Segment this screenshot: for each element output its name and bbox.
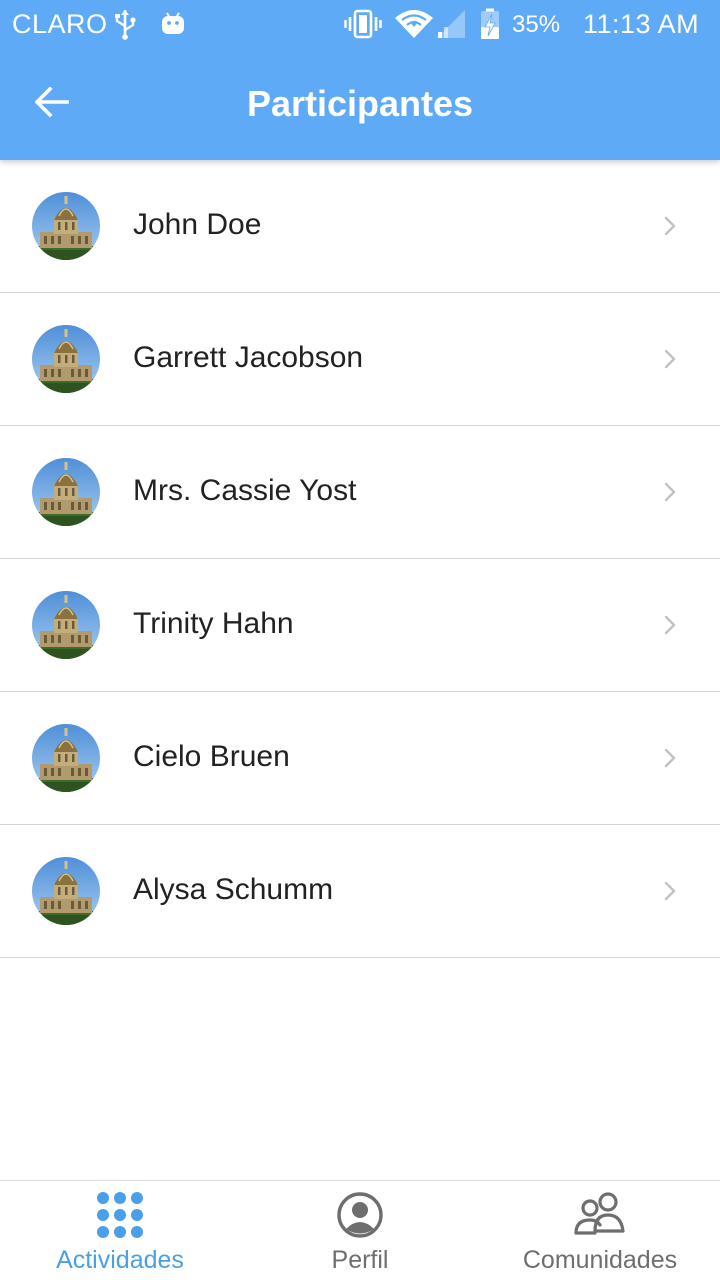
tab-label: Actividades xyxy=(56,1246,184,1274)
avatar xyxy=(32,591,100,659)
participant-name: Garrett Jacobson xyxy=(133,341,364,374)
page-title: Participantes xyxy=(246,83,474,124)
participant-name: Cielo Bruen xyxy=(133,740,290,773)
chevron-right-icon xyxy=(664,748,676,768)
avatar xyxy=(32,724,100,792)
participant-name: Mrs. Cassie Yost xyxy=(133,474,357,507)
list-item[interactable]: Trinity Hahn xyxy=(0,559,720,692)
list-item[interactable]: Alysa Schumm xyxy=(0,825,720,958)
chevron-right-icon xyxy=(664,881,676,901)
chevron-right-icon xyxy=(664,615,676,635)
status-time: 11:13 AM xyxy=(583,9,700,39)
app-bar: Participantes xyxy=(0,50,720,160)
participant-name: Trinity Hahn xyxy=(133,607,294,640)
participant-name: John Doe xyxy=(133,208,262,241)
screen: CLARO 35% 11:13 AM Participantes John Do… xyxy=(0,0,720,1280)
chevron-right-icon xyxy=(664,216,676,236)
tab-label: Comunidades xyxy=(522,1246,678,1274)
participant-list: John Doe Garrett Jacobson Mrs. Cassie Yost… xyxy=(0,160,720,958)
participant-name: Alysa Schumm xyxy=(133,873,334,906)
chevron-right-icon xyxy=(664,349,676,369)
bottom-tab-bar: Actividades Perfil Comunidades xyxy=(0,1180,720,1280)
avatar xyxy=(32,458,100,526)
carrier-name: CLARO xyxy=(12,9,108,39)
users-group-icon xyxy=(574,1192,625,1235)
list-item[interactable]: John Doe xyxy=(0,160,720,293)
chevron-right-icon xyxy=(664,482,676,502)
tab-perfil[interactable]: Perfil xyxy=(240,1181,480,1280)
wifi-icon xyxy=(395,10,433,38)
avatar xyxy=(32,857,100,925)
tab-comunidades[interactable]: Comunidades xyxy=(480,1181,720,1280)
avatar xyxy=(32,192,100,260)
signal-icon xyxy=(437,10,465,38)
battery-charging-icon xyxy=(481,8,499,39)
list-item[interactable]: Mrs. Cassie Yost xyxy=(0,426,720,559)
list-item[interactable]: Garrett Jacobson xyxy=(0,293,720,426)
user-circle-icon xyxy=(337,1192,383,1238)
header: CLARO 35% 11:13 AM Participantes xyxy=(0,0,720,160)
avatar xyxy=(32,325,100,393)
usb-icon xyxy=(115,10,136,40)
battery-percent: 35% xyxy=(512,11,561,38)
status-bar: CLARO 35% 11:13 AM xyxy=(0,0,720,50)
grid-dots-icon xyxy=(97,1192,143,1238)
list-item[interactable]: Cielo Bruen xyxy=(0,692,720,825)
android-icon xyxy=(162,12,184,34)
tab-label: Perfil xyxy=(331,1246,389,1274)
vibrate-icon xyxy=(344,9,382,39)
tab-actividades[interactable]: Actividades xyxy=(0,1181,240,1280)
